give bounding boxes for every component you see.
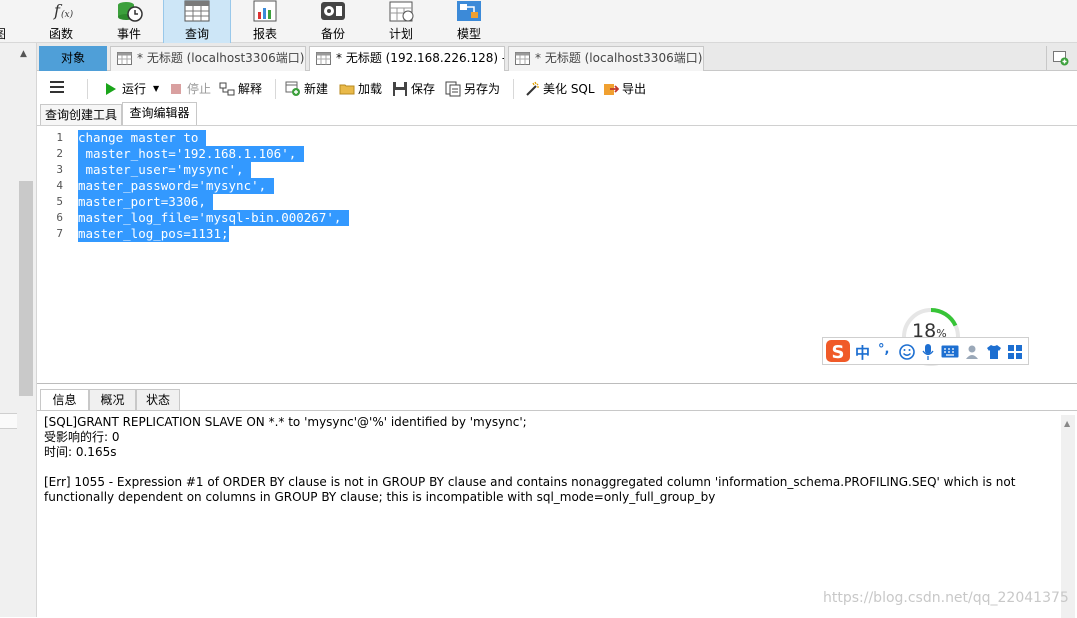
- event-icon: [118, 2, 143, 22]
- line-number: 4: [56, 179, 63, 192]
- code-line[interactable]: master_log_file='mysql-bin.000267',: [78, 210, 349, 226]
- stop-button[interactable]: 停止: [168, 80, 214, 98]
- toolbox-grid-icon[interactable]: [1007, 344, 1023, 360]
- ribbon-function-button[interactable]: f (x) 函数: [27, 0, 95, 43]
- message-log: [SQL]GRANT REPLICATION SLAVE ON *.* to '…: [44, 415, 1059, 505]
- ime-language-toggle[interactable]: 中: [855, 342, 870, 363]
- code-line[interactable]: master_password='mysync',: [78, 178, 274, 194]
- ribbon-backup-button[interactable]: 备份: [299, 0, 367, 43]
- tab-status[interactable]: 状态: [136, 389, 180, 411]
- svg-text:(x): (x): [61, 9, 74, 20]
- svg-text:S: S: [832, 342, 845, 363]
- ime-punctuation-toggle[interactable]: °,: [878, 342, 889, 357]
- code-line[interactable]: master_host='192.168.1.106',: [78, 146, 304, 162]
- message-line: 时间: 0.165s: [44, 445, 117, 459]
- save-as-icon: [445, 81, 461, 97]
- tab-profile[interactable]: 概况: [89, 389, 136, 411]
- emoji-icon[interactable]: [899, 344, 915, 360]
- save-as-button[interactable]: 另存为: [445, 80, 505, 98]
- save-icon: [393, 82, 407, 96]
- ribbon-report-button[interactable]: 报表: [231, 0, 299, 43]
- message-line: [Err] 1055 - Expression #1 of ORDER BY c…: [44, 475, 1020, 504]
- toolbar-separator: [87, 79, 88, 99]
- code-line[interactable]: master_port=3306,: [78, 194, 214, 210]
- message-line: [SQL]GRANT REPLICATION SLAVE ON *.* to '…: [44, 415, 527, 429]
- tab-divider: [37, 410, 1077, 411]
- ribbon-query-button[interactable]: 查询: [163, 0, 231, 43]
- collapse-arrow-icon[interactable]: ▲: [20, 49, 32, 59]
- tab-info[interactable]: 信息: [40, 389, 89, 411]
- explain-button[interactable]: 解释: [219, 80, 265, 98]
- left-panel-row: [0, 413, 17, 429]
- message-line: 受影响的行: 0: [44, 430, 120, 444]
- code-line[interactable]: master_log_pos=1131;: [78, 226, 229, 242]
- line-number-gutter: 1 2 3 4 5 6 7: [37, 126, 77, 382]
- tab-query-3[interactable]: * 无标题 (localhost3306端口)...: [508, 46, 704, 71]
- ribbon-schedule-button[interactable]: 计划: [367, 0, 435, 43]
- tab-objects[interactable]: 对象: [39, 46, 107, 71]
- object-panel-strip: ▲: [0, 43, 37, 617]
- code-line[interactable]: change master to: [78, 130, 206, 146]
- stop-icon: [171, 84, 181, 94]
- add-tab-icon: [1053, 51, 1069, 66]
- line-number: 6: [56, 211, 63, 224]
- new-query-button[interactable]: 新建: [285, 80, 333, 98]
- ribbon-toolbar: 图 f (x) 函数 事件 查询 报表: [0, 0, 1077, 43]
- load-button[interactable]: 加载: [339, 80, 387, 98]
- menu-icon[interactable]: [50, 81, 64, 93]
- line-number: 1: [56, 131, 63, 144]
- export-button[interactable]: 导出: [603, 80, 651, 98]
- document-tab-bar: 对象 * 无标题 (localhost3306端口)... * 无标题 (192…: [37, 43, 1077, 71]
- explain-icon: [219, 82, 235, 96]
- query-icon: [184, 0, 210, 22]
- query-tab-icon: [316, 52, 331, 65]
- function-icon: f (x): [53, 1, 74, 20]
- save-button[interactable]: 保存: [392, 80, 440, 98]
- message-line: [44, 460, 1059, 475]
- tab-query-builder[interactable]: 查询创建工具: [40, 104, 122, 126]
- ribbon-partial-item[interactable]: 图: [0, 0, 8, 43]
- backup-icon: [321, 2, 345, 20]
- tab-query-editor[interactable]: 查询编辑器: [122, 102, 197, 126]
- magic-wand-icon: [526, 81, 539, 96]
- scroll-up-icon[interactable]: ▲: [1064, 419, 1070, 428]
- skin-shirt-icon[interactable]: [986, 344, 1002, 360]
- ime-toolbar: S 中 °,: [822, 337, 1029, 365]
- run-dropdown-arrow-icon[interactable]: ▼: [153, 80, 159, 98]
- tab-query-2[interactable]: * 无标题 (192.168.226.128) - ...: [309, 46, 505, 71]
- left-scrollbar-thumb[interactable]: [19, 181, 33, 396]
- beautify-sql-button[interactable]: 美化 SQL: [524, 80, 596, 98]
- folder-icon: [339, 84, 355, 95]
- result-scrollbar[interactable]: ▲: [1061, 415, 1075, 618]
- user-icon[interactable]: [965, 344, 981, 360]
- line-number: 3: [56, 163, 63, 176]
- run-button[interactable]: 运行 ▼: [103, 80, 163, 98]
- keyboard-icon[interactable]: [941, 345, 959, 358]
- export-icon: [604, 84, 619, 95]
- toolbar-separator: [275, 79, 276, 99]
- code-line[interactable]: master_user='mysync',: [78, 162, 252, 178]
- tab-query-1[interactable]: * 无标题 (localhost3306端口)...: [110, 46, 306, 71]
- report-icon: [253, 0, 277, 22]
- partial-icon: [0, 0, 8, 22]
- line-number: 5: [56, 195, 63, 208]
- line-number: 2: [56, 147, 63, 160]
- query-tab-icon: [117, 52, 132, 65]
- sogou-logo-icon[interactable]: S: [825, 339, 851, 363]
- watermark-text: https://blog.csdn.net/qq_22041375: [823, 590, 1069, 606]
- line-number: 7: [56, 227, 63, 240]
- microphone-icon[interactable]: [921, 343, 935, 361]
- schedule-icon: [389, 1, 414, 22]
- query-toolbar: 运行 ▼ 停止 解释 新建 加载 保存 另存为 美化 SQL 导出: [37, 72, 1077, 104]
- ribbon-model-button[interactable]: 模型: [435, 0, 503, 43]
- result-panel: 信息 概况 状态 [SQL]GRANT REPLICATION SLAVE ON…: [37, 383, 1077, 618]
- toolbar-separator: [513, 79, 514, 99]
- new-tab-button[interactable]: [1046, 46, 1074, 71]
- query-tab-icon: [515, 52, 530, 65]
- play-icon: [106, 83, 116, 95]
- new-query-icon: [285, 81, 300, 96]
- model-icon: [457, 1, 481, 21]
- ribbon-event-button[interactable]: 事件: [95, 0, 163, 43]
